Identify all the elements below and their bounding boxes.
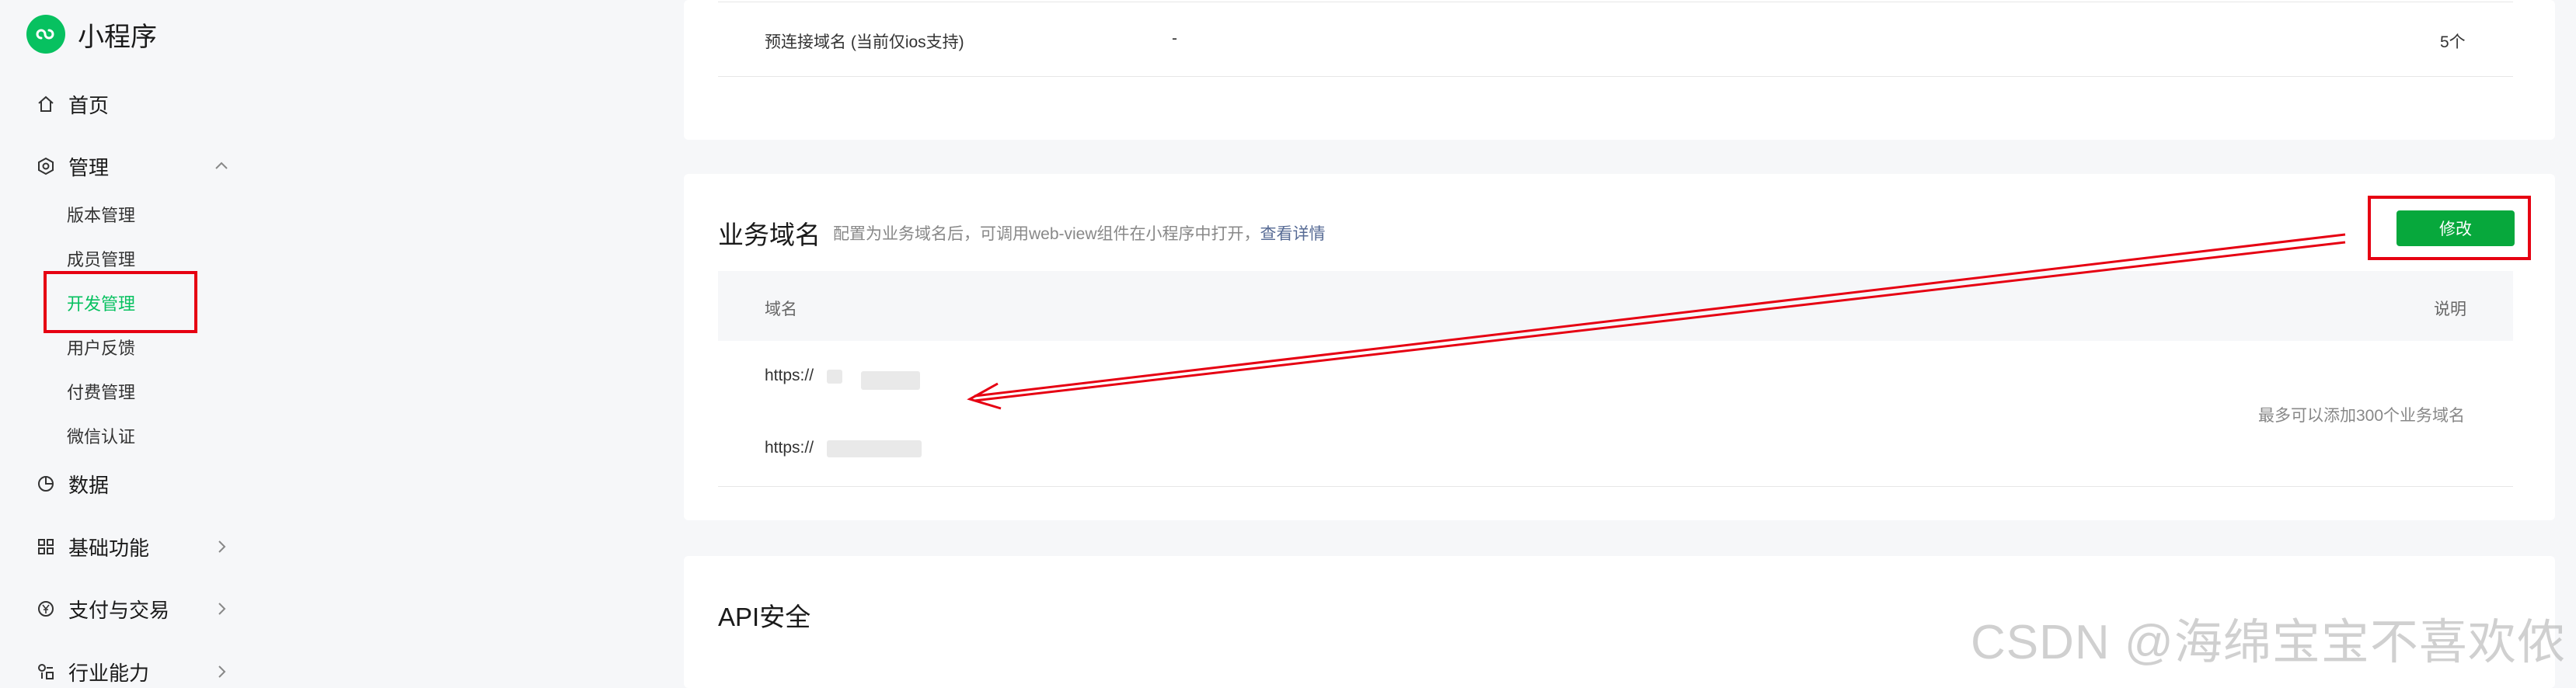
nav-manage[interactable]: 管理 bbox=[36, 151, 109, 182]
sidebar-item-payment[interactable]: 付费管理 bbox=[67, 377, 135, 405]
brand[interactable]: 小程序 bbox=[26, 11, 157, 57]
brand-name: 小程序 bbox=[78, 22, 157, 52]
nav-pay[interactable]: 支付与交易 bbox=[36, 593, 169, 624]
column-header-domain: 域名 bbox=[765, 301, 797, 318]
mini-program-logo-icon bbox=[26, 15, 65, 54]
chevron-up-icon[interactable] bbox=[210, 155, 233, 178]
nav-industry[interactable]: 行业能力 bbox=[36, 656, 149, 687]
sidebar-item-feedback[interactable]: 用户反馈 bbox=[67, 333, 135, 361]
description-text: 配置为业务域名后，可调用web-view组件在小程序中打开， bbox=[833, 225, 1260, 243]
chevron-right-icon[interactable] bbox=[210, 535, 233, 558]
preconnect-count: 5个 bbox=[2440, 33, 2466, 51]
nav-basic[interactable]: 基础功能 bbox=[36, 531, 149, 562]
redacted-domain bbox=[827, 440, 922, 457]
annotation-box-dev bbox=[44, 271, 197, 333]
nav-data[interactable]: 数据 bbox=[36, 468, 109, 499]
home-icon bbox=[36, 94, 56, 114]
sidebar-item-members[interactable]: 成员管理 bbox=[67, 245, 135, 273]
chevron-right-icon[interactable] bbox=[210, 660, 233, 683]
server-domain-card bbox=[684, 0, 2555, 140]
business-domain-title: 业务域名 bbox=[718, 221, 821, 249]
industry-icon bbox=[36, 662, 56, 682]
watermark: CSDN @海绵宝宝不喜欢侬 bbox=[1971, 616, 2566, 669]
yuan-icon bbox=[36, 599, 56, 619]
nav-data-label: 数据 bbox=[68, 473, 110, 497]
table-row-domain: https:// bbox=[765, 367, 814, 384]
sidebar-item-version[interactable]: 版本管理 bbox=[67, 200, 135, 228]
nav-home-label: 首页 bbox=[68, 93, 110, 117]
pie-chart-icon bbox=[36, 474, 56, 494]
sidebar-item-wechat-auth[interactable]: 微信认证 bbox=[67, 422, 135, 450]
business-domain-description: 配置为业务域名后，可调用web-view组件在小程序中打开，查看详情 bbox=[833, 221, 1326, 245]
preconnect-value: - bbox=[1172, 30, 1177, 47]
redacted-domain bbox=[861, 371, 920, 390]
chevron-right-icon[interactable] bbox=[210, 597, 233, 620]
table-divider bbox=[718, 486, 2513, 487]
nav-manage-label: 管理 bbox=[68, 155, 110, 179]
table-divider bbox=[718, 76, 2513, 77]
view-details-link[interactable]: 查看详情 bbox=[1260, 225, 1326, 243]
nav-pay-label: 支付与交易 bbox=[68, 598, 170, 622]
column-header-note: 说明 bbox=[2434, 301, 2466, 318]
sidebar: 小程序 首页 管理 版本管理 成员管理 开发管理 用户反馈 付费管理 微信认证 … bbox=[0, 0, 668, 685]
grid-icon bbox=[36, 537, 56, 557]
annotation-box-modify bbox=[2368, 196, 2531, 260]
table-header bbox=[718, 271, 2513, 341]
preconnect-label: 预连接域名 (当前仅ios支持) bbox=[765, 33, 964, 51]
nav-basic-label: 基础功能 bbox=[68, 536, 150, 560]
redacted-domain bbox=[827, 370, 842, 384]
table-row-domain: https:// bbox=[765, 439, 814, 457]
api-security-title: API安全 bbox=[718, 603, 811, 631]
nav-industry-label: 行业能力 bbox=[68, 661, 150, 685]
domain-limit-note: 最多可以添加300个业务域名 bbox=[2258, 407, 2466, 425]
gear-icon bbox=[36, 156, 56, 176]
nav-home[interactable]: 首页 bbox=[36, 89, 109, 120]
